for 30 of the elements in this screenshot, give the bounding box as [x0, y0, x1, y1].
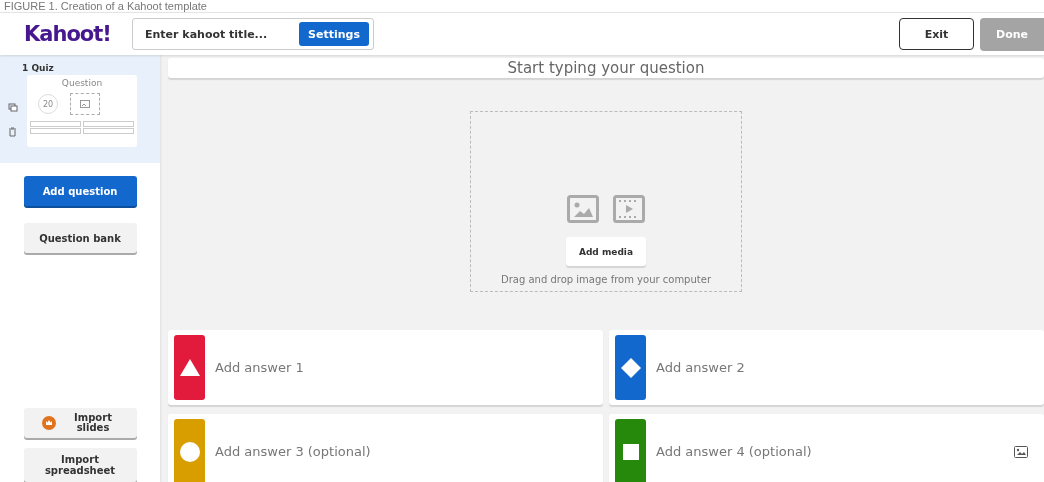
media-drop-zone[interactable]: Add media Drag and drop image from your computer: [470, 111, 742, 292]
exit-button[interactable]: Exit: [899, 18, 974, 50]
settings-button[interactable]: Settings: [299, 22, 369, 46]
trash-icon: [8, 127, 17, 137]
answer-input[interactable]: Add answer 2: [654, 359, 1044, 376]
preview-title: Question: [61, 78, 103, 88]
question-field[interactable]: Start typing your question: [168, 58, 1044, 78]
answer-input[interactable]: Add answer 1: [213, 359, 603, 376]
video-icon: [613, 195, 645, 223]
answer-input[interactable]: Add answer 4 (optional): [654, 443, 1014, 460]
question-label: 1 Quiz: [21, 63, 55, 73]
add-question-button[interactable]: Add question: [23, 176, 137, 206]
crown-badge-icon: [42, 416, 56, 430]
diamond-icon: [620, 357, 641, 378]
square-icon: [620, 441, 641, 462]
import-slides-button[interactable]: Import slides: [23, 408, 137, 438]
logo: Kahoot!: [23, 22, 112, 46]
circle-icon: [179, 441, 200, 462]
image-icon: [567, 195, 599, 223]
triangle-icon: [179, 357, 200, 378]
import-spreadsheet-button[interactable]: Import spreadsheet: [23, 448, 137, 482]
add-media-button[interactable]: Add media: [565, 237, 647, 266]
question-bank-button[interactable]: Question bank: [23, 223, 137, 253]
figure-caption: FIGURE 1. Creation of a Kahoot template: [0, 0, 1044, 12]
drop-hint: Drag and drop image from your computer: [501, 274, 711, 285]
title-field[interactable]: Enter kahoot title... Settings: [132, 18, 374, 50]
answer-input[interactable]: Add answer 3 (optional): [213, 443, 603, 460]
image-icon: [80, 100, 90, 108]
duplicate-icon: [8, 103, 18, 113]
question-item[interactable]: 1 Quiz Question 20: [0, 55, 160, 163]
